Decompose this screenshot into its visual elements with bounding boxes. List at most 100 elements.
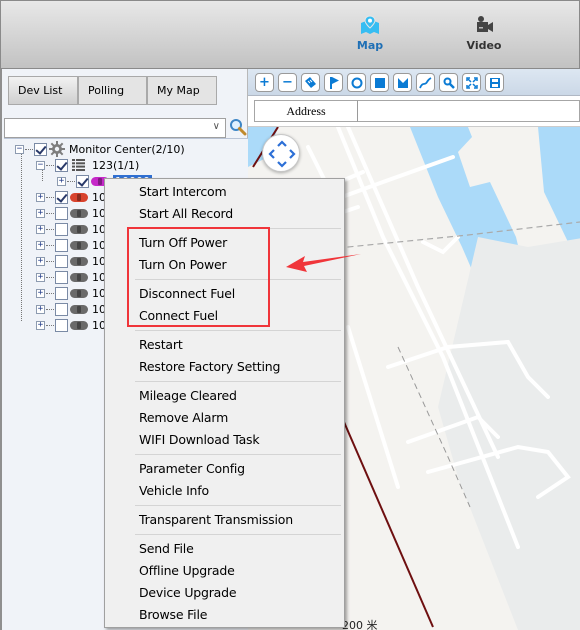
fullscreen-icon: [465, 76, 478, 89]
device-checkbox[interactable]: [55, 206, 68, 220]
zoom-in-button[interactable]: +: [255, 73, 274, 92]
vehicle-offline-icon: [70, 304, 88, 314]
menu-item-start-intercom[interactable]: Start Intercom: [139, 181, 227, 203]
vehicle-offline-icon: [70, 240, 88, 250]
device-search-combo[interactable]: ∨: [4, 118, 226, 138]
device-checkbox[interactable]: [55, 286, 68, 300]
menu-item-restart[interactable]: Restart: [139, 334, 183, 356]
annotation-arrow-icon: [286, 254, 361, 272]
menu-item-send-file[interactable]: Send File: [139, 538, 194, 560]
pan-arrows-icon: [268, 140, 296, 168]
expand-toggle[interactable]: +: [36, 240, 45, 250]
group-checkbox[interactable]: [55, 158, 68, 172]
tab-video-label: Video: [466, 39, 502, 52]
expand-toggle[interactable]: +: [36, 272, 45, 282]
expand-toggle[interactable]: +: [36, 224, 45, 234]
device-checkbox[interactable]: [55, 318, 68, 332]
device-checkbox[interactable]: [55, 302, 68, 316]
vehicle-offline-icon: [70, 208, 88, 218]
menu-item-browse-file[interactable]: Browse File: [139, 604, 207, 626]
collapse-toggle[interactable]: −: [36, 160, 45, 170]
vehicle-offline-icon: [70, 224, 88, 234]
tab-my-map[interactable]: My Map: [147, 76, 217, 105]
search-icon[interactable]: [229, 118, 247, 136]
expand-toggle[interactable]: +: [36, 320, 45, 330]
map-scale-label: 200 米: [342, 619, 378, 630]
polyline-icon: [419, 76, 432, 88]
square-icon: [374, 77, 385, 88]
menu-item-vehicle-info[interactable]: Vehicle Info: [139, 480, 209, 502]
expand-toggle[interactable]: +: [36, 256, 45, 266]
list-icon: [72, 159, 85, 171]
menu-separator: [135, 381, 341, 382]
panel-tabs: Dev List Polling My Map: [8, 76, 217, 105]
tab-map[interactable]: Map: [335, 15, 405, 52]
address-bar: Address: [248, 96, 580, 127]
tab-video[interactable]: Video: [449, 15, 519, 52]
vehicle-offline-icon: [70, 272, 88, 282]
menu-item-restore-factory-setting[interactable]: Restore Factory Setting: [139, 356, 280, 378]
tab-dev-list[interactable]: Dev List: [8, 76, 78, 105]
gear-icon: [49, 141, 65, 157]
mark-point-button[interactable]: [324, 73, 343, 92]
menu-item-device-upgrade[interactable]: Device Upgrade: [139, 582, 237, 604]
vehicle-offline-icon: [70, 288, 88, 298]
map-pan-control[interactable]: [262, 134, 300, 172]
land-area: [438, 237, 580, 630]
polygon-icon: [397, 77, 408, 88]
vehicle-alarm-icon: [70, 192, 88, 202]
tab-polling[interactable]: Polling: [78, 76, 147, 105]
plus-icon: +: [259, 75, 270, 90]
collapse-toggle[interactable]: −: [15, 144, 24, 154]
address-label: Address: [254, 100, 358, 122]
menu-separator: [135, 505, 341, 506]
chevron-down-icon[interactable]: ∨: [213, 121, 220, 132]
draw-polygon-button[interactable]: [393, 73, 412, 92]
root-checkbox[interactable]: [34, 142, 47, 156]
device-checkbox[interactable]: [55, 238, 68, 252]
menu-item-mileage-cleared[interactable]: Mileage Cleared: [139, 385, 237, 407]
vehicle-offline-icon: [70, 320, 88, 330]
map-pin-icon: [361, 15, 379, 34]
menu-separator: [135, 330, 341, 331]
zoom-out-button[interactable]: −: [278, 73, 297, 92]
map-toolbar: + −: [248, 69, 580, 96]
expand-toggle[interactable]: +: [36, 192, 45, 202]
menu-item-wifi-download-task[interactable]: WIFI Download Task: [139, 429, 260, 451]
vehicle-offline-icon: [70, 256, 88, 266]
expand-toggle[interactable]: +: [57, 176, 66, 186]
ruler-icon: [305, 77, 316, 88]
group-label: 123(1/1): [92, 158, 140, 172]
menu-item-remove-alarm[interactable]: Remove Alarm: [139, 407, 228, 429]
device-checkbox[interactable]: [55, 270, 68, 284]
full-screen-button[interactable]: [462, 73, 481, 92]
device-checkbox[interactable]: [55, 190, 68, 204]
magnifier-icon: [443, 77, 455, 89]
device-checkbox[interactable]: [76, 174, 89, 188]
tree-node-group[interactable]: − 123(1/1): [36, 157, 139, 173]
flag-icon: [329, 77, 339, 89]
address-value: [358, 100, 580, 122]
menu-item-start-all-record[interactable]: Start All Record: [139, 203, 233, 225]
tree-node-root[interactable]: − Monitor Center(2/10): [15, 141, 185, 157]
measure-button[interactable]: [301, 73, 320, 92]
tab-map-label: Map: [356, 39, 384, 52]
root-label: Monitor Center(2/10): [69, 142, 185, 156]
menu-item-parameter-config[interactable]: Parameter Config: [139, 458, 245, 480]
expand-toggle[interactable]: +: [36, 304, 45, 314]
expand-toggle[interactable]: +: [36, 208, 45, 218]
search-area-button[interactable]: [439, 73, 458, 92]
menu-item-offline-upgrade[interactable]: Offline Upgrade: [139, 560, 235, 582]
expand-toggle[interactable]: +: [36, 288, 45, 298]
circle-icon: [351, 77, 362, 88]
save-button[interactable]: [485, 73, 504, 92]
device-checkbox[interactable]: [55, 254, 68, 268]
device-checkbox[interactable]: [55, 222, 68, 236]
menu-separator: [135, 534, 341, 535]
draw-line-button[interactable]: [416, 73, 435, 92]
draw-circle-button[interactable]: [347, 73, 366, 92]
save-icon: [489, 77, 500, 88]
draw-rectangle-button[interactable]: [370, 73, 389, 92]
menu-item-transparent-transmission[interactable]: Transparent Transmission: [139, 509, 293, 531]
top-header: Map Video: [0, 0, 580, 69]
